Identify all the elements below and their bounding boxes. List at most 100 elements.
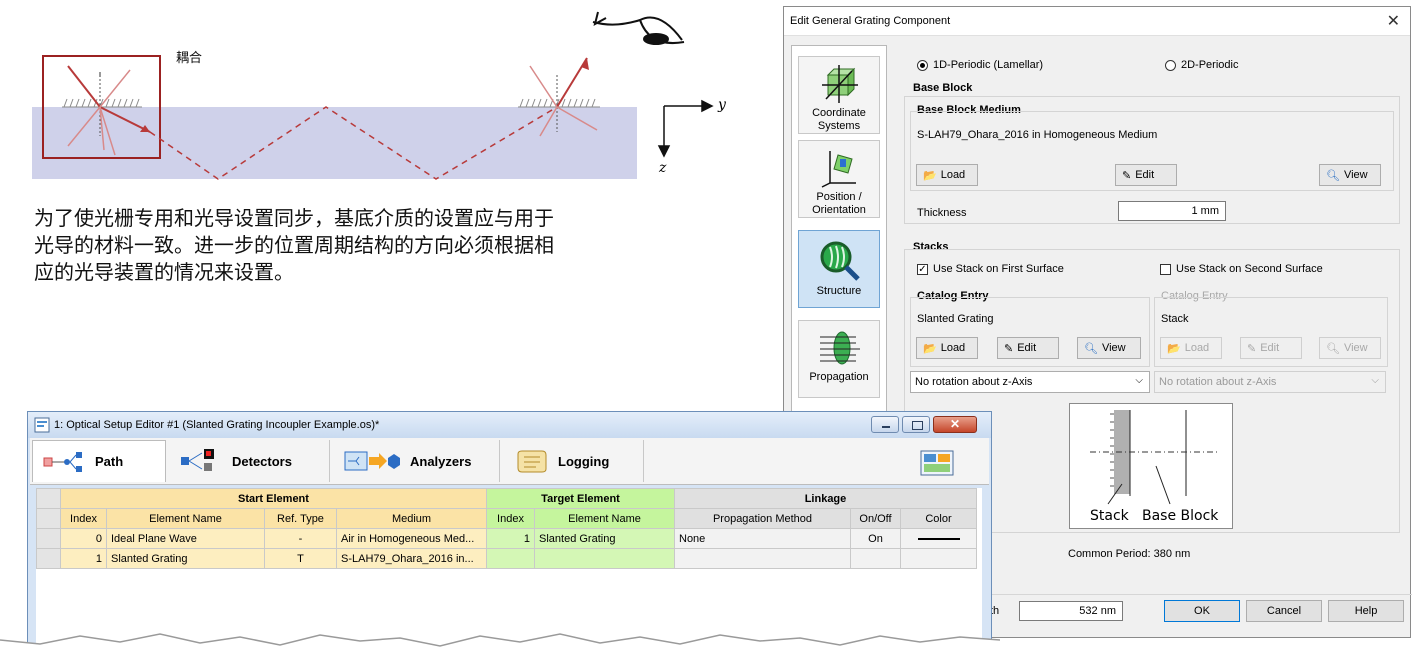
- start-index-cell[interactable]: 1: [60, 548, 107, 569]
- start-name-cell[interactable]: Ideal Plane Wave: [106, 528, 265, 549]
- caption-line: 光导的材料一致。进一步的位置周期结构的方向必须根据相: [34, 233, 554, 257]
- coupling-label: 耦合: [176, 51, 202, 66]
- row-header-cell: [36, 548, 61, 569]
- target-name-cell[interactable]: [534, 548, 675, 569]
- radio-1d-periodic[interactable]: 1D-Periodic (Lamellar): [917, 59, 1043, 71]
- row-header-cell: [36, 508, 61, 529]
- close-button[interactable]: ✕: [933, 416, 977, 433]
- radio-2d-periodic[interactable]: 2D-Periodic: [1165, 59, 1238, 71]
- color-cell[interactable]: [900, 528, 977, 549]
- sidebar-item-structure[interactable]: Structure: [798, 230, 880, 308]
- base-block-medium-value: S-LAH79_Ohara_2016 in Homogeneous Medium: [917, 129, 1158, 141]
- medium-cell[interactable]: Air in Homogeneous Med...: [336, 528, 487, 549]
- checkbox-label: Use Stack on First Surface: [933, 263, 1064, 275]
- magnifier-icon: 🔍︎: [1084, 342, 1098, 355]
- column-header[interactable]: Color: [900, 508, 977, 529]
- column-header[interactable]: Element Name: [106, 508, 265, 529]
- column-header[interactable]: Propagation Method: [674, 508, 851, 529]
- target-index-cell[interactable]: [486, 548, 535, 569]
- base-edit-button[interactable]: ✎ Edit: [1115, 164, 1177, 186]
- target-index-cell[interactable]: 1: [486, 528, 535, 549]
- stack-view-button[interactable]: 🔍︎ View: [1077, 337, 1141, 359]
- thickness-field[interactable]: 1 mm: [1118, 201, 1226, 221]
- magnifier-icon: 🔍︎: [1326, 342, 1340, 355]
- editor-tabs: Path Detectors Analyzers Logging: [30, 438, 989, 485]
- analyzers-icon: [344, 451, 400, 471]
- grating-illustration: 耦合 y z: [32, 11, 727, 180]
- column-header[interactable]: Index: [60, 508, 107, 529]
- start-element-header: Start Element: [60, 488, 487, 509]
- table-row[interactable]: 0 Ideal Plane Wave - Air in Homogeneous …: [36, 528, 977, 549]
- left-grating: [62, 98, 142, 108]
- coordinate-systems-icon: [822, 65, 858, 103]
- minimize-button[interactable]: [871, 416, 899, 433]
- base-load-button[interactable]: 📂 Load: [916, 164, 978, 186]
- sidebar-item-label: Structure: [816, 285, 862, 297]
- target-name-cell[interactable]: Slanted Grating: [534, 528, 675, 549]
- restore-icon: [912, 421, 923, 430]
- dialog-titlebar: Edit General Grating Component ✕: [784, 7, 1410, 36]
- stack2-rotation-select: No rotation about z-Axis ⌵: [1154, 371, 1386, 393]
- target-element-header: Target Element: [486, 488, 675, 509]
- onoff-cell[interactable]: On: [850, 528, 901, 549]
- column-header-row: Index Element Name Ref. Type Medium Inde…: [36, 508, 977, 529]
- propagation-method-cell[interactable]: [674, 548, 851, 569]
- radio-indicator: [917, 59, 928, 71]
- detectors-icon: [181, 449, 214, 471]
- stack-edit-button[interactable]: ✎ Edit: [997, 337, 1059, 359]
- tab-analyzers[interactable]: Analyzers: [334, 440, 500, 482]
- start-index-cell[interactable]: 0: [60, 528, 107, 549]
- stack-rotation-select[interactable]: No rotation about z-Axis ⌵: [910, 371, 1150, 393]
- column-header[interactable]: Element Name: [534, 508, 675, 529]
- stack-diagram-drawing: Stack Base Block: [1090, 410, 1220, 524]
- layout-view-icon[interactable]: [920, 450, 954, 476]
- start-name-cell[interactable]: Slanted Grating: [106, 548, 265, 569]
- checkbox-first-surface[interactable]: ✓ Use Stack on First Surface: [917, 263, 1064, 275]
- folder-icon: 📂: [923, 342, 937, 355]
- checkbox-second-surface[interactable]: Use Stack on Second Surface: [1160, 263, 1323, 275]
- table-row[interactable]: 1 Slanted Grating T S-LAH79_Ohara_2016 i…: [36, 548, 977, 569]
- column-header[interactable]: Index: [486, 508, 535, 529]
- wavelength-field[interactable]: 532 nm: [1019, 601, 1123, 621]
- diagram-base-label: Base Block: [1142, 508, 1219, 524]
- stack-load-button[interactable]: 📂 Load: [916, 337, 978, 359]
- tab-logging[interactable]: Logging: [504, 440, 644, 482]
- thickness-label: Thickness: [917, 207, 967, 219]
- sidebar-item-label: Position /: [816, 191, 862, 203]
- column-header[interactable]: On/Off: [850, 508, 901, 529]
- ok-button[interactable]: OK: [1164, 600, 1240, 622]
- tab-path[interactable]: Path: [32, 440, 166, 482]
- cancel-button[interactable]: Cancel: [1246, 600, 1322, 622]
- column-header[interactable]: Medium: [336, 508, 487, 529]
- close-icon[interactable]: ✕: [1387, 11, 1400, 31]
- caption-line: 为了使光栅专用和光导设置同步，基底介质的设置应与用于: [34, 206, 554, 230]
- sidebar-item-label: Orientation: [812, 204, 866, 216]
- ref-type-cell[interactable]: -: [264, 528, 337, 549]
- eye-icon: [592, 11, 685, 45]
- color-cell[interactable]: [900, 548, 977, 569]
- maximize-button[interactable]: [902, 416, 930, 433]
- ref-type-cell[interactable]: T: [264, 548, 337, 569]
- tab-label: Analyzers: [410, 453, 472, 469]
- sidebar-item-position-orientation[interactable]: Position / Orientation: [798, 140, 880, 218]
- sidebar-item-label: Systems: [817, 120, 861, 132]
- base-block-label: Base Block: [913, 82, 973, 94]
- propagation-method-cell[interactable]: None: [674, 528, 851, 549]
- help-button[interactable]: Help: [1328, 600, 1404, 622]
- sidebar-item-coordinate-systems[interactable]: Coordinate Systems: [798, 56, 880, 134]
- tab-label: Logging: [558, 453, 610, 469]
- column-header[interactable]: Ref. Type: [264, 508, 337, 529]
- line-color-swatch: [917, 537, 960, 540]
- stack2-edit-button: ✎ Edit: [1240, 337, 1302, 359]
- linkage-grid: Start Element Target Element Linkage Ind…: [36, 488, 977, 569]
- onoff-cell[interactable]: [850, 548, 901, 569]
- editor-title: 1: Optical Setup Editor #1 (Slanted Grat…: [54, 419, 380, 431]
- propagation-icon: [820, 331, 860, 365]
- sidebar-item-propagation[interactable]: Propagation: [798, 320, 880, 398]
- base-view-button[interactable]: 🔍︎ View: [1319, 164, 1381, 186]
- tab-detectors[interactable]: Detectors: [170, 440, 330, 482]
- dialog-title: Edit General Grating Component: [790, 15, 951, 27]
- medium-cell[interactable]: S-LAH79_Ohara_2016 in...: [336, 548, 487, 569]
- close-icon: ✕: [950, 417, 961, 431]
- radio-label: 2D-Periodic: [1181, 59, 1239, 71]
